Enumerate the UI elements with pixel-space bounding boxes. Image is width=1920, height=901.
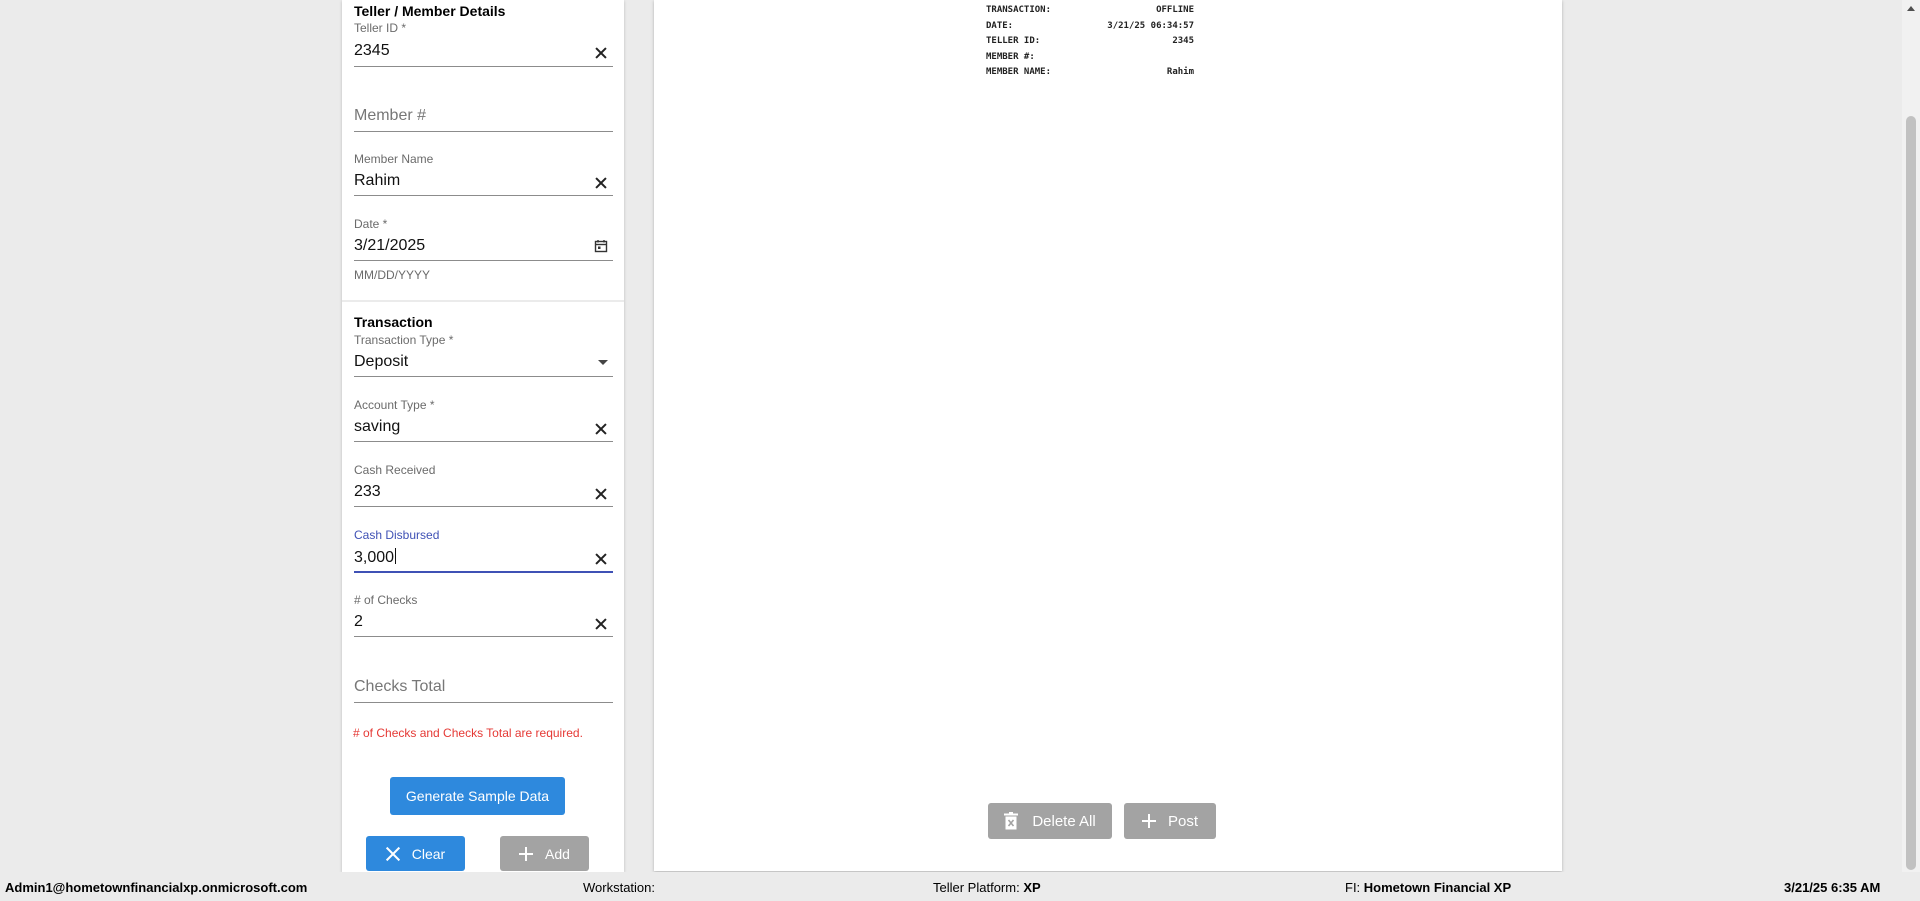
account-type-label: Account Type * bbox=[354, 398, 435, 412]
member-name-value: Rahim bbox=[354, 172, 401, 189]
transaction-type-select[interactable]: Transaction Type * Deposit bbox=[354, 332, 613, 378]
member-name-field[interactable]: Member Name Rahim bbox=[354, 151, 613, 197]
member-number-underline bbox=[354, 131, 613, 132]
signed-in-user: Admin1@hometownfinancialxp.onmicrosoft.c… bbox=[5, 880, 308, 895]
teller-platform-label: Teller Platform: bbox=[933, 880, 1020, 895]
member-name-underline bbox=[354, 195, 613, 196]
clear-icon[interactable] bbox=[595, 618, 607, 630]
text-caret bbox=[395, 548, 397, 564]
num-checks-field[interactable]: # of Checks 2 bbox=[354, 592, 613, 638]
receipt-row: TRANSACTION: OFFLINE bbox=[986, 5, 1194, 21]
clear-icon[interactable] bbox=[595, 177, 607, 189]
transaction-type-value: Deposit bbox=[354, 353, 409, 370]
receipt-key: MEMBER NAME: bbox=[986, 67, 1052, 78]
member-number-placeholder: Member # bbox=[354, 107, 427, 124]
receipt-row: MEMBER NAME: Rahim bbox=[986, 67, 1194, 83]
receipt-key: TELLER ID: bbox=[986, 36, 1041, 47]
delete-all-button[interactable]: Delete All bbox=[988, 803, 1112, 839]
financial-institution: FI: Hometown Financial XP bbox=[1345, 880, 1511, 895]
receipt-key: TRANSACTION: bbox=[986, 5, 1052, 15]
num-checks-value: 2 bbox=[354, 613, 363, 630]
receipt-text: TRANSACTION: OFFLINE DATE: 3/21/25 06:34:5… bbox=[986, 5, 1194, 83]
receipt-row: DATE: 3/21/25 06:34:57 bbox=[986, 21, 1194, 37]
member-number-field[interactable]: Member # bbox=[354, 100, 613, 132]
teller-id-underline bbox=[354, 66, 613, 67]
date-label: Date * bbox=[354, 217, 388, 231]
post-button[interactable]: Post bbox=[1124, 803, 1216, 839]
checks-total-underline bbox=[354, 702, 613, 703]
date-underline bbox=[354, 260, 613, 261]
clear-icon[interactable] bbox=[595, 553, 607, 565]
clear-icon[interactable] bbox=[595, 423, 607, 435]
teller-id-label: Teller ID * bbox=[354, 21, 407, 35]
plus-icon bbox=[1141, 814, 1156, 828]
teller-platform-value: XP bbox=[1023, 880, 1041, 895]
receipt-preview-panel bbox=[654, 0, 1562, 871]
chevron-down-icon[interactable] bbox=[597, 359, 609, 367]
clear-button-label: Clear bbox=[411, 845, 446, 862]
fi-value: Hometown Financial XP bbox=[1363, 880, 1512, 895]
add-button-label: Add bbox=[545, 845, 570, 862]
clear-button[interactable]: Clear bbox=[366, 836, 465, 871]
account-type-underline bbox=[354, 441, 613, 442]
cash-received-value: 233 bbox=[354, 483, 381, 500]
teller-id-value: 2345 bbox=[354, 42, 390, 59]
cash-disbursed-underline bbox=[354, 571, 613, 573]
checks-total-placeholder: Checks Total bbox=[354, 678, 446, 695]
receipt-row: TELLER ID: 2345 bbox=[986, 36, 1194, 52]
section-divider bbox=[342, 300, 624, 302]
cash-received-underline bbox=[354, 506, 613, 507]
workstation-label: Workstation: bbox=[583, 880, 656, 895]
cash-disbursed-field[interactable]: Cash Disbursed 3,000 bbox=[354, 527, 613, 574]
cash-disbursed-value: 3,000 bbox=[354, 548, 397, 566]
add-button[interactable]: Add bbox=[500, 836, 589, 871]
generate-sample-data-button[interactable]: Generate Sample Data bbox=[390, 777, 565, 815]
transaction-section-title: Transaction bbox=[354, 314, 433, 330]
receipt-key: MEMBER #: bbox=[986, 51, 1035, 62]
transaction-type-label: Transaction Type * bbox=[354, 333, 454, 347]
close-icon bbox=[386, 847, 400, 861]
validation-error: # of Checks and Checks Total are require… bbox=[353, 726, 583, 740]
cash-received-field[interactable]: Cash Received 233 bbox=[354, 462, 613, 508]
receipt-key: DATE: bbox=[986, 20, 1014, 31]
date-field[interactable]: Date * 3/21/2025 bbox=[354, 216, 613, 262]
date-format-helper: MM/DD/YYYY bbox=[354, 268, 431, 282]
teller-id-field[interactable]: Teller ID * 2345 bbox=[354, 20, 613, 68]
teller-platform: Teller Platform: XP bbox=[933, 880, 1041, 895]
account-type-field[interactable]: Account Type * saving bbox=[354, 397, 613, 443]
calendar-icon[interactable] bbox=[594, 239, 608, 253]
receipt-value: Rahim bbox=[1166, 67, 1194, 78]
teller-section-title: Teller / Member Details bbox=[354, 3, 506, 19]
receipt-value: OFFLINE bbox=[1156, 5, 1194, 15]
cash-received-label: Cash Received bbox=[354, 463, 436, 477]
post-button-label: Post bbox=[1167, 812, 1198, 830]
status-datetime: 3/21/25 6:35 AM bbox=[1784, 880, 1881, 895]
num-checks-underline bbox=[354, 636, 613, 637]
receipt-row: MEMBER #: bbox=[986, 52, 1194, 68]
transaction-type-underline bbox=[354, 376, 613, 377]
generate-sample-data-label: Generate Sample Data bbox=[405, 788, 550, 804]
account-type-value: saving bbox=[354, 418, 401, 435]
trash-icon bbox=[1004, 812, 1019, 830]
receipt-value: 3/21/25 06:34:57 bbox=[1107, 20, 1194, 31]
checks-total-field[interactable]: Checks Total bbox=[354, 671, 613, 703]
scrollbar-thumb[interactable] bbox=[1906, 116, 1916, 870]
delete-all-label: Delete All bbox=[1032, 812, 1096, 830]
scroll-up-icon[interactable] bbox=[1907, 6, 1915, 11]
receipt-value: 2345 bbox=[1172, 36, 1194, 47]
num-checks-label: # of Checks bbox=[354, 593, 418, 607]
status-bar: Admin1@hometownfinancialxp.onmicrosoft.c… bbox=[0, 872, 1920, 901]
date-value: 3/21/2025 bbox=[354, 237, 426, 254]
cash-disbursed-label: Cash Disbursed bbox=[354, 528, 440, 542]
clear-icon[interactable] bbox=[595, 47, 607, 59]
clear-icon[interactable] bbox=[595, 488, 607, 500]
fi-label: FI: bbox=[1345, 880, 1361, 895]
member-name-label: Member Name bbox=[354, 152, 434, 166]
plus-icon bbox=[519, 846, 534, 861]
